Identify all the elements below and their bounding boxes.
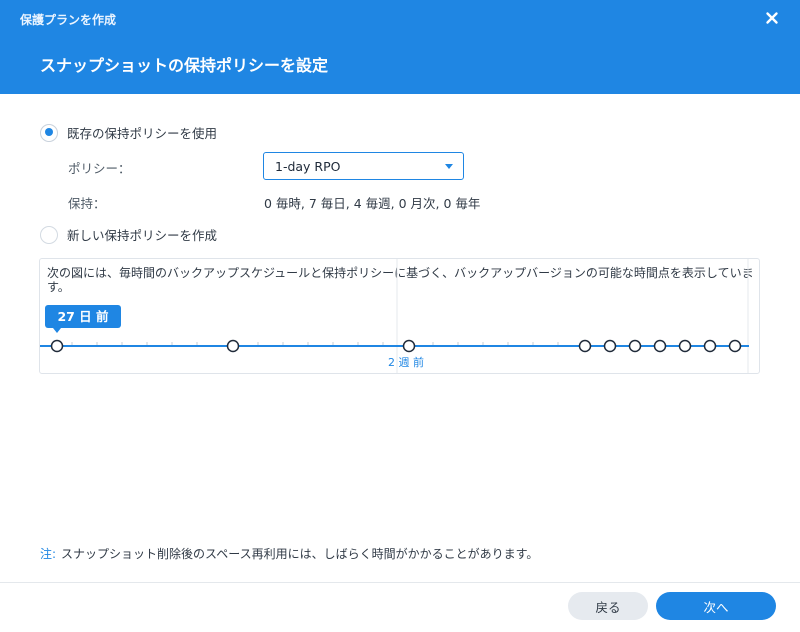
use-existing-radio[interactable] — [40, 123, 58, 142]
window-title: 保護プランを作成 — [20, 13, 117, 27]
timeline-point — [653, 339, 667, 353]
timeline-point — [603, 339, 617, 353]
close-button[interactable] — [762, 8, 782, 28]
timeline-point — [578, 339, 592, 353]
note-text: スナップショット削除後のスペース再利用には、しばらく時間がかかることがあります。 — [61, 547, 539, 561]
timeline-panel: 次の図には、毎時間のバックアップスケジュールと保持ポリシーに基づく、バックアップ… — [39, 258, 760, 374]
dialog-header: 保護プランを作成 スナップショットの保持ポリシーを設定 — [0, 0, 800, 94]
timeline-tooltip: 27 日 前 — [45, 305, 121, 333]
note: 注: スナップショット削除後のスペース再利用には、しばらく時間がかかることがありま… — [40, 545, 538, 562]
dialog-title: スナップショットの保持ポリシーを設定 — [40, 56, 329, 75]
timeline-point — [678, 339, 692, 353]
timeline-marker-label: 2 週 前 — [388, 355, 424, 369]
caret-down-icon — [445, 164, 453, 169]
footer-divider — [0, 582, 800, 583]
retention-label: 保持： — [68, 196, 106, 211]
use-existing-label: 既存の保持ポリシーを使用 — [67, 126, 218, 141]
option-create-new[interactable]: 新しい保持ポリシーを作成 — [40, 225, 217, 244]
timeline-point — [50, 339, 64, 353]
timeline-point — [628, 339, 642, 353]
timeline-point — [226, 339, 240, 353]
timeline-graphic: 27 日 前 2 週 前 — [40, 259, 749, 373]
policy-selected-value: 1-day RPO — [275, 158, 341, 174]
close-icon — [766, 12, 778, 24]
option-use-existing[interactable]: 既存の保持ポリシーを使用 — [40, 123, 217, 142]
back-button[interactable]: 戻る — [568, 592, 648, 620]
policy-label: ポリシー： — [68, 161, 131, 176]
create-new-label: 新しい保持ポリシーを作成 — [67, 228, 218, 243]
timeline-point — [402, 339, 416, 353]
timeline-tooltip-text: 27 日 前 — [57, 309, 109, 324]
note-label: 注: — [40, 547, 57, 561]
timeline-point — [728, 339, 742, 353]
timeline-point — [703, 339, 717, 353]
next-button[interactable]: 次へ — [656, 592, 776, 620]
policy-select[interactable]: 1-day RPO — [263, 152, 464, 180]
retention-value: 0 毎時, 7 毎日, 4 毎週, 0 月次, 0 毎年 — [264, 196, 481, 211]
create-new-radio[interactable] — [40, 225, 58, 244]
